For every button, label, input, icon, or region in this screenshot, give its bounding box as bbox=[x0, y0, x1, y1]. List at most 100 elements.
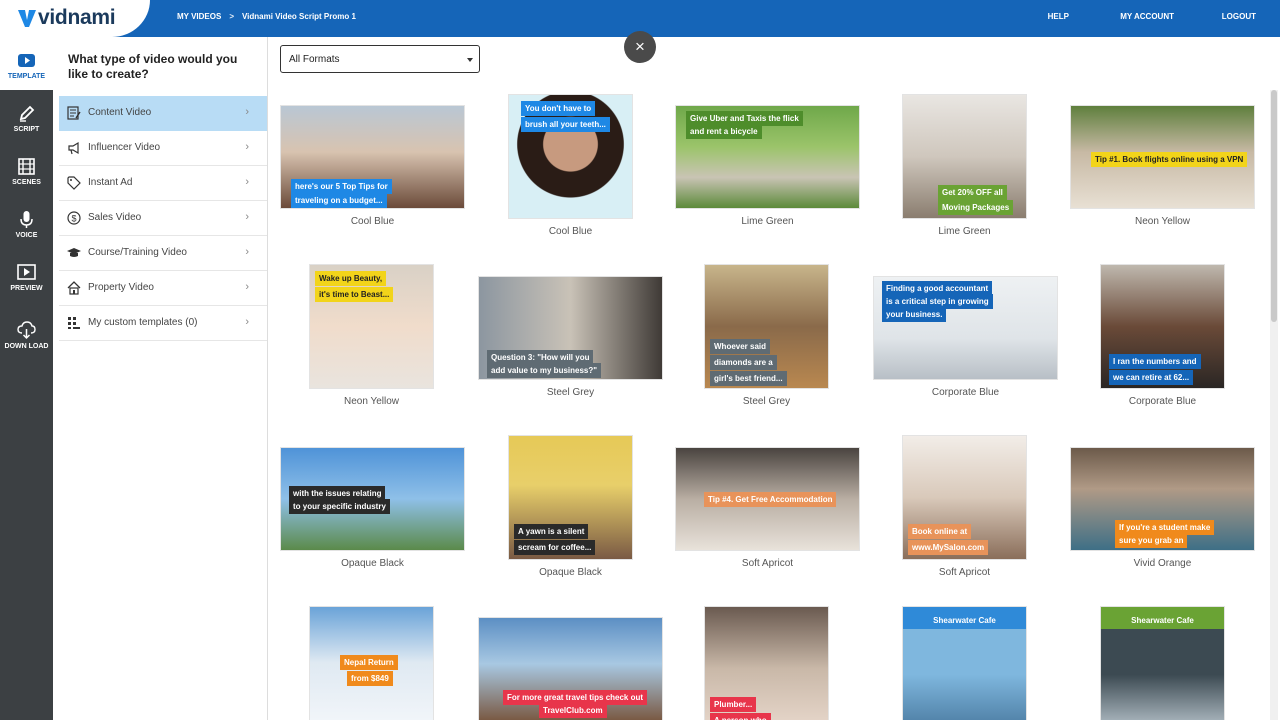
rail-label-template: TEMPLATE bbox=[7, 73, 46, 80]
breadcrumb-current-project: Vidnami Video Script Promo 1 bbox=[241, 12, 356, 21]
category-course-training-video[interactable]: Course/Training Video › bbox=[59, 236, 267, 271]
category-sales-video[interactable]: $ Sales Video › bbox=[59, 201, 267, 236]
chevron-right-icon: › bbox=[245, 211, 249, 223]
template-thumbnail[interactable]: Finding a good accountant is a critical s… bbox=[873, 276, 1058, 380]
template-caption-text: I ran the numbers and bbox=[1109, 354, 1201, 369]
template-card[interactable]: You don't have to brush all your teeth...… bbox=[508, 94, 633, 239]
rail-item-template[interactable]: TEMPLATE bbox=[0, 37, 53, 90]
template-name: Soft Apricot bbox=[741, 558, 794, 569]
download-icon bbox=[17, 321, 36, 340]
template-card[interactable]: Nepal Return from $849 bbox=[309, 606, 434, 720]
template-card[interactable]: Finding a good accountant is a critical s… bbox=[873, 276, 1058, 400]
template-name: Steel Grey bbox=[546, 387, 595, 398]
panel-title: What type of video would you like to cre… bbox=[68, 52, 238, 81]
tag-icon bbox=[67, 176, 81, 190]
template-thumbnail[interactable]: For more great travel tips check out Trav… bbox=[478, 617, 663, 720]
template-thumbnail[interactable]: If you're a student make sure you grab an bbox=[1070, 447, 1255, 551]
template-card[interactable]: Shearwater Cafe bbox=[902, 606, 1027, 720]
template-card[interactable]: Book online at www.MySalon.com Soft Aprico… bbox=[902, 435, 1027, 580]
template-card[interactable]: Wake up Beauty, it's time to Beast... Neon… bbox=[309, 264, 434, 409]
template-thumbnail[interactable]: Tip #1. Book flights online using a VPN bbox=[1070, 105, 1255, 209]
template-caption-text: Moving Packages bbox=[938, 200, 1014, 215]
template-thumbnail[interactable]: Give Uber and Taxis the flick and rent a … bbox=[675, 105, 860, 209]
template-card[interactable]: Whoever said diamonds are a girl's best fr… bbox=[704, 264, 829, 409]
format-select[interactable]: All Formats bbox=[280, 45, 480, 73]
template-card[interactable]: I ran the numbers and we can retire at 62… bbox=[1100, 264, 1225, 409]
template-thumbnail[interactable]: with the issues relating to your specific… bbox=[280, 447, 465, 551]
category-property-video[interactable]: Property Video › bbox=[59, 271, 267, 306]
template-thumbnail[interactable]: Get 20% OFF all Moving Packages bbox=[902, 94, 1027, 219]
logo-text: vidnami bbox=[38, 6, 116, 29]
template-thumbnail[interactable]: A yawn is a silent scream for coffee... bbox=[508, 435, 633, 560]
breadcrumb: MY VIDEOS > Vidnami Video Script Promo 1 bbox=[177, 12, 356, 21]
film-icon bbox=[18, 158, 35, 175]
template-card[interactable]: For more great travel tips check out Trav… bbox=[478, 617, 663, 720]
template-thumbnail[interactable]: Shearwater Cafe bbox=[902, 606, 1027, 720]
template-thumbnail[interactable]: Whoever said diamonds are a girl's best fr… bbox=[704, 264, 829, 389]
rail-item-script[interactable]: SCRIPT bbox=[0, 90, 53, 143]
template-thumbnail[interactable]: Book online at www.MySalon.com bbox=[902, 435, 1027, 560]
template-caption-text: Book online at bbox=[908, 524, 972, 539]
template-card[interactable]: with the issues relating to your specific… bbox=[280, 447, 465, 571]
breadcrumb-my-videos[interactable]: MY VIDEOS bbox=[177, 12, 221, 21]
rail-item-scenes[interactable]: SCENES bbox=[0, 143, 53, 196]
dollar-icon: $ bbox=[67, 211, 81, 225]
rail-label-preview: PREVIEW bbox=[10, 285, 43, 292]
template-thumbnail[interactable]: Wake up Beauty, it's time to Beast... bbox=[309, 264, 434, 389]
category-label: Content Video bbox=[88, 107, 152, 118]
category-content-video[interactable]: Content Video › bbox=[59, 96, 267, 131]
template-caption-text: traveling on a budget... bbox=[291, 193, 387, 208]
rail-item-download[interactable]: DOWN LOAD bbox=[0, 307, 53, 360]
help-link[interactable]: HELP bbox=[1048, 12, 1069, 21]
template-card[interactable]: Tip #4. Get Free Accommodation Soft Apric… bbox=[675, 447, 860, 571]
template-thumbnail[interactable]: here's our 5 Top Tips for traveling on a … bbox=[280, 105, 465, 209]
template-card[interactable]: Question 3: "How will you add value to my… bbox=[478, 276, 663, 400]
chevron-down-icon bbox=[467, 58, 473, 62]
close-button[interactable]: × bbox=[624, 31, 656, 63]
chevron-right-icon: › bbox=[245, 176, 249, 188]
template-thumbnail[interactable]: I ran the numbers and we can retire at 62… bbox=[1100, 264, 1225, 389]
gallery-scrollbar[interactable] bbox=[1270, 90, 1278, 720]
my-account-link[interactable]: MY ACCOUNT bbox=[1120, 12, 1174, 21]
template-caption-text: Tip #4. Get Free Accommodation bbox=[704, 492, 837, 507]
chevron-right-icon: › bbox=[245, 316, 249, 328]
template-caption-text: sure you grab an bbox=[1115, 533, 1188, 548]
template-thumbnail[interactable]: Question 3: "How will you add value to my… bbox=[478, 276, 663, 380]
document-icon bbox=[67, 106, 81, 120]
template-name: Vivid Orange bbox=[1133, 558, 1192, 569]
template-card[interactable]: A yawn is a silent scream for coffee... Op… bbox=[508, 435, 633, 580]
template-card[interactable]: Give Uber and Taxis the flick and rent a … bbox=[675, 105, 860, 229]
rail-label-script: SCRIPT bbox=[13, 126, 40, 133]
rail-item-voice[interactable]: VOICE bbox=[0, 196, 53, 249]
template-name: Steel Grey bbox=[742, 396, 791, 407]
template-gallery: All Formats here's our 5 Top Tips for tra… bbox=[268, 37, 1280, 720]
preview-icon bbox=[17, 264, 36, 280]
template-card[interactable]: Plumber...A person who bbox=[704, 606, 829, 720]
category-influencer-video[interactable]: Influencer Video › bbox=[59, 131, 267, 166]
template-caption-text: www.MySalon.com bbox=[908, 540, 989, 555]
chevron-right-icon: › bbox=[245, 246, 249, 258]
template-thumbnail[interactable]: Shearwater Cafe bbox=[1100, 606, 1225, 720]
template-name: Neon Yellow bbox=[1134, 216, 1191, 227]
template-thumbnail[interactable]: Tip #4. Get Free Accommodation bbox=[675, 447, 860, 551]
template-caption-text: it's time to Beast... bbox=[315, 287, 394, 302]
logo-area[interactable]: vidnami bbox=[0, 0, 150, 37]
format-select-value: All Formats bbox=[289, 54, 340, 65]
rail-item-preview[interactable]: PREVIEW bbox=[0, 249, 53, 302]
scrollbar-thumb[interactable] bbox=[1271, 90, 1277, 322]
template-card[interactable]: here's our 5 Top Tips for traveling on a … bbox=[280, 105, 465, 229]
category-my-custom-templates[interactable]: My custom templates (0) › bbox=[59, 306, 267, 341]
template-card[interactable]: Get 20% OFF all Moving Packages Lime Green bbox=[902, 94, 1027, 239]
template-thumbnail[interactable]: You don't have to brush all your teeth... bbox=[508, 94, 633, 219]
logout-link[interactable]: LOGOUT bbox=[1222, 12, 1256, 21]
megaphone-icon bbox=[68, 141, 79, 155]
template-card[interactable]: Shearwater Cafe bbox=[1100, 606, 1225, 720]
chevron-right-icon: › bbox=[245, 281, 249, 293]
category-label: Sales Video bbox=[88, 212, 142, 223]
template-thumbnail[interactable]: Plumber...A person who bbox=[704, 606, 829, 720]
category-instant-ad[interactable]: Instant Ad › bbox=[59, 166, 267, 201]
template-thumbnail[interactable]: Nepal Return from $849 bbox=[309, 606, 434, 720]
template-card[interactable]: Tip #1. Book flights online using a VPN N… bbox=[1070, 105, 1255, 229]
category-label: Course/Training Video bbox=[88, 247, 187, 258]
template-card[interactable]: If you're a student make sure you grab an… bbox=[1070, 447, 1255, 571]
